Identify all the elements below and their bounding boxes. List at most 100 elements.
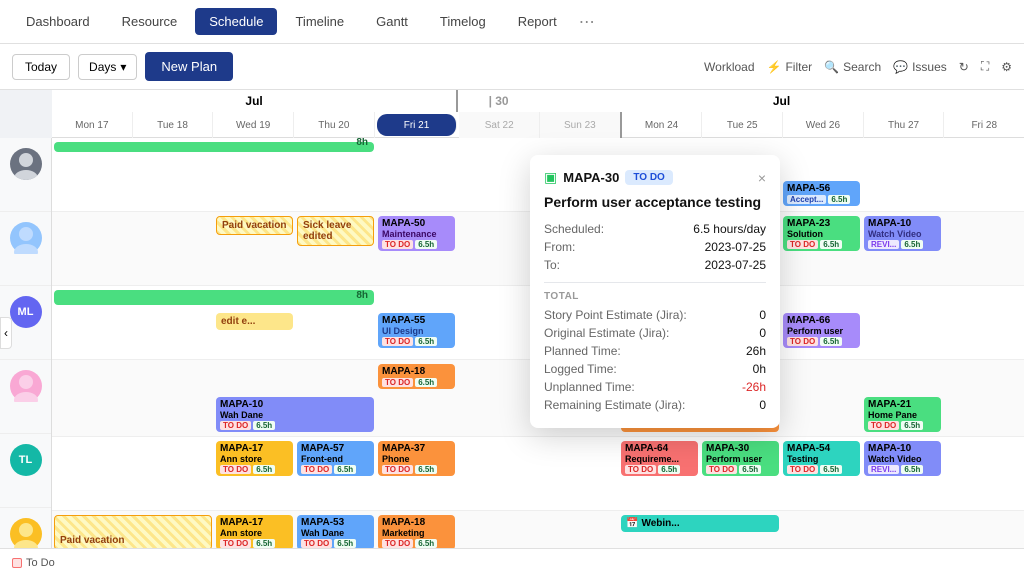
workload-button[interactable]: Workload [704, 60, 754, 74]
task-badges: TO DO 6.5h [382, 378, 451, 387]
task-badges: TO DO 6.5h [787, 240, 856, 249]
tab-schedule[interactable]: Schedule [195, 8, 277, 35]
popup-unplanned-value: -26h [742, 380, 766, 394]
task-badges: REVI... 6.5h [868, 465, 937, 474]
badge-todo: TO DO [382, 539, 413, 548]
task-cell-mon24-tl: MAPA-64 Requireme... TO DO 6.5h [619, 437, 700, 510]
legend-todo-color [12, 558, 22, 568]
popup-to-row: To: 2023-07-25 [544, 256, 766, 274]
date-cell-wed19: Wed 19 [213, 112, 294, 138]
today-button[interactable]: Today [12, 54, 70, 80]
popup-logged-label: Logged Time: [544, 362, 617, 376]
task-mapa30-tl[interactable]: MAPA-30 Perform user TO DO 6.5h [702, 441, 779, 476]
task-mapa23-r2[interactable]: MAPA-23 Solution TO DO 6.5h [783, 216, 860, 251]
task-mapa21-r4[interactable]: MAPA-21 Home Pane TO DO 6.5h [864, 397, 941, 432]
badge-todo: TO DO [301, 539, 332, 548]
task-mapa18-r6[interactable]: MAPA-18 Marketing TO DO 6.5h [378, 515, 455, 550]
task-id: MAPA-53 [301, 517, 370, 528]
task-cell-thu27-r2: MAPA-10 Watch Video REVI... 6.5h [862, 212, 943, 285]
badge-acceptance: Accept... [787, 195, 826, 204]
task-id: MAPA-17 [220, 517, 289, 528]
task-cell-fri21-r2: MAPA-50 Maintenance TO DO 6.5h [376, 212, 457, 285]
task-mapa64-tl[interactable]: MAPA-64 Requireme... TO DO 6.5h [621, 441, 698, 476]
top-navigation: Dashboard Resource Schedule Timeline Gan… [0, 0, 1024, 44]
task-mapa50-r2[interactable]: MAPA-50 Maintenance TO DO 6.5h [378, 216, 455, 251]
popup-story-label: Story Point Estimate (Jira): [544, 308, 687, 322]
task-mapa10-r2[interactable]: MAPA-10 Watch Video REVI... 6.5h [864, 216, 941, 251]
popup-story-row: Story Point Estimate (Jira): 0 [544, 306, 766, 324]
task-mapa55-ml[interactable]: MAPA-55 UI Design TO DO 6.5h [378, 313, 455, 348]
task-mapa10-r4[interactable]: MAPA-10 Wah Dane TO DO 6.5h [216, 397, 374, 432]
task-mapa53-r6[interactable]: MAPA-53 Wah Dane TO DO 6.5h [297, 515, 374, 550]
task-id: MAPA-10 [220, 399, 370, 410]
task-subtitle: Maintenance [382, 229, 451, 239]
sidebar-toggle[interactable]: ‹ [0, 317, 12, 349]
badge-hours: 6.5h [253, 465, 275, 474]
task-badges: Accept... 6.5h [787, 195, 856, 204]
task-mapa54-tl[interactable]: MAPA-54 Testing TO DO 6.5h [783, 441, 860, 476]
more-menu-icon[interactable]: ⋯ [575, 12, 599, 32]
task-sick-leave-r2[interactable]: Sick leave edited [297, 216, 374, 246]
task-edit-ml[interactable]: edit e... [216, 313, 293, 330]
date-cell-wed26: Wed 26 [783, 112, 864, 138]
tab-timeline[interactable]: Timeline [281, 8, 358, 35]
task-mapa10-tl[interactable]: MAPA-10 Watch Video REVI... 6.5h [864, 441, 941, 476]
task-subtitle: Front-end [301, 454, 370, 464]
badge-todo: TO DO [382, 378, 413, 387]
refresh-icon[interactable]: ↻ [959, 60, 969, 74]
task-id: MAPA-18 [382, 517, 451, 528]
task-webin-r6[interactable]: 📅 Webin... [621, 515, 779, 532]
popup-section-total: TOTAL [544, 291, 766, 302]
filter-button[interactable]: ⚡ Filter [767, 60, 813, 74]
tab-dashboard[interactable]: Dashboard [12, 8, 104, 35]
task-paid-vacation-r2[interactable]: Paid vacation [216, 216, 293, 235]
task-mapa17-tl[interactable]: MAPA-17 Ann store TO DO 6.5h [216, 441, 293, 476]
task-mapa18-r4[interactable]: MAPA-18 TO DO 6.5h [378, 364, 455, 389]
task-cell-wed26-r2: MAPA-23 Solution TO DO 6.5h [781, 212, 862, 285]
task-mapa56-r1[interactable]: MAPA-56 Accept... 6.5h [783, 181, 860, 206]
task-mapa17-r6[interactable]: MAPA-17 Ann store TO DO 6.5h [216, 515, 293, 550]
new-plan-button[interactable]: New Plan [145, 52, 233, 81]
popup-scheduled-label: Scheduled: [544, 222, 604, 236]
badge-hours: 6.5h [901, 240, 923, 249]
task-subtitle: Perform user [787, 326, 856, 336]
task-badges: TO DO 6.5h [706, 465, 775, 474]
popup-orig-row: Original Estimate (Jira): 0 [544, 324, 766, 342]
task-mapa57-tl[interactable]: MAPA-57 Front-end TO DO 6.5h [297, 441, 374, 476]
popup-close-button[interactable]: × [758, 170, 766, 186]
task-badges: TO DO 6.5h [787, 465, 856, 474]
days-button[interactable]: Days ▾ [78, 54, 137, 80]
badge-todo: TO DO [301, 465, 332, 474]
tab-timelog[interactable]: Timelog [426, 8, 500, 35]
task-cell-wed19-tl: MAPA-17 Ann store TO DO 6.5h [214, 437, 295, 510]
tab-resource[interactable]: Resource [108, 8, 192, 35]
badge-todo: TO DO [787, 240, 818, 249]
avatar-column: ML TL [0, 138, 52, 576]
task-paid-vacation-r6[interactable]: Paid vacation 8h [54, 515, 212, 550]
tab-gantt[interactable]: Gantt [362, 8, 422, 35]
settings-icon[interactable]: ⚙ [1001, 60, 1012, 74]
avatar-row-1 [0, 138, 51, 212]
task-mapa37-tl[interactable]: MAPA-37 Phone TO DO 6.5h [378, 441, 455, 476]
issues-button[interactable]: 💬 Issues [893, 60, 947, 74]
popup-remaining-value: 0 [759, 398, 766, 412]
status-bar: To Do [0, 548, 1024, 576]
month-label-jul-left: Jul [52, 90, 458, 112]
badge-hours: 6.5h [415, 337, 437, 346]
task-mapa66-ml[interactable]: MAPA-66 Perform user TO DO 6.5h [783, 313, 860, 348]
badge-todo: TO DO [382, 465, 413, 474]
badge-todo: TO DO [706, 465, 737, 474]
search-button[interactable]: 🔍 Search [824, 60, 881, 74]
month-label-jul-right: Jul [539, 90, 1024, 112]
popup-planned-label: Planned Time: [544, 344, 621, 358]
fullscreen-icon[interactable]: ⛶ [981, 59, 989, 74]
badge-revi: REVI... [868, 240, 899, 249]
task-green-block-ml[interactable]: 8h [54, 290, 374, 305]
popup-scheduled-value: 6.5 hours/day [693, 222, 766, 236]
task-green-block-r1[interactable]: 8h [54, 142, 374, 152]
badge-hours: 6.5h [415, 378, 437, 387]
avatar-ml: ML [10, 296, 42, 328]
task-cell-wed19-ml: edit e... [214, 309, 295, 359]
issues-label: Issues [912, 60, 947, 74]
tab-report[interactable]: Report [504, 8, 571, 35]
